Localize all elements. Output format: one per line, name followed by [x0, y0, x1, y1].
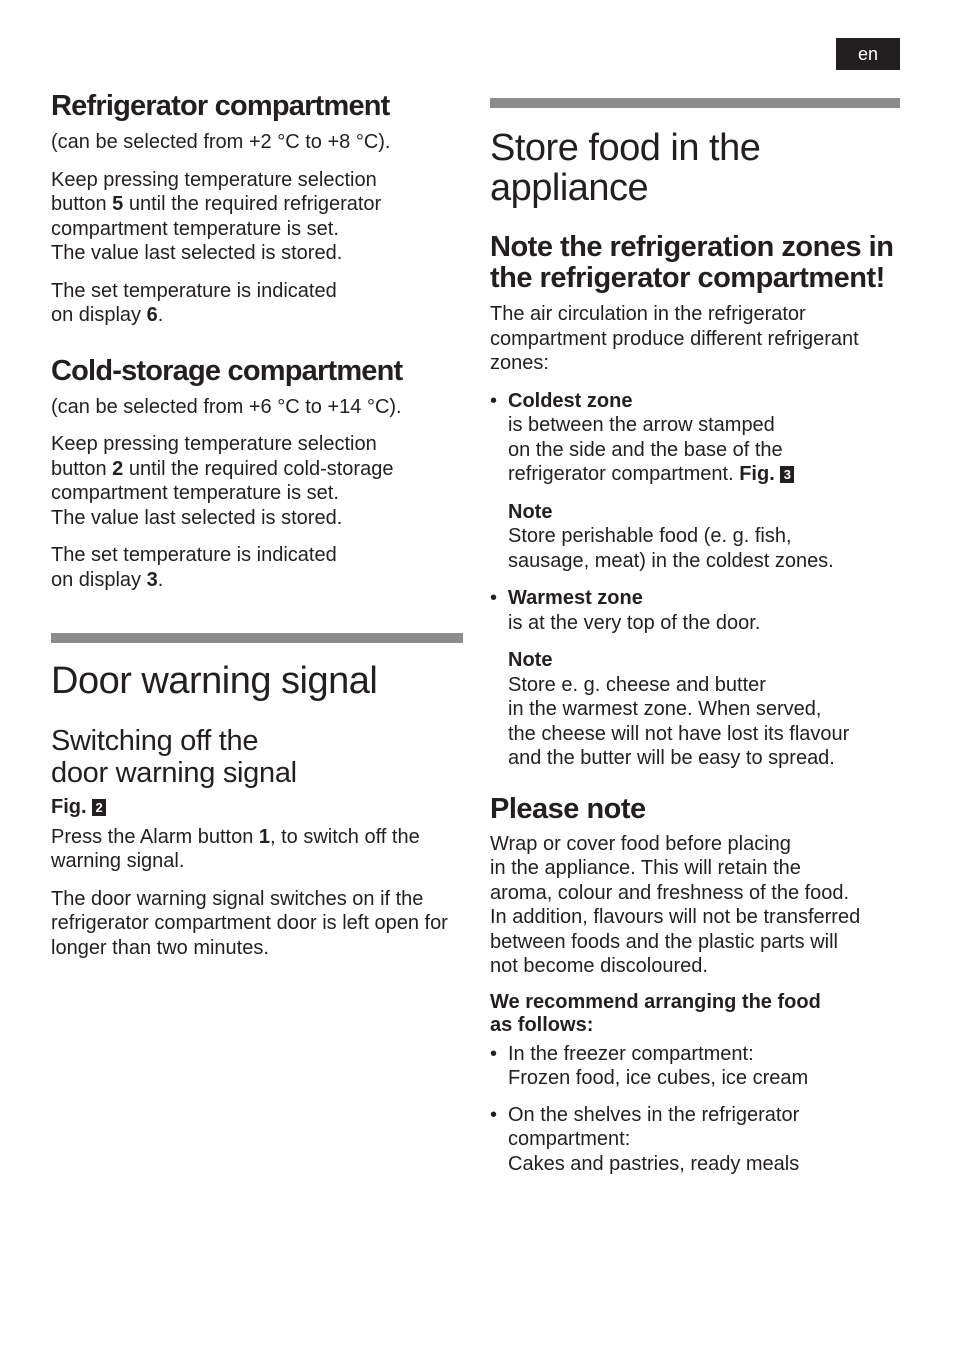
recommend-item: • On the shelves in the refrigerator com…: [490, 1103, 900, 1177]
zones-heading: Note the refrigeration zones in the refr…: [490, 231, 894, 294]
bullet-icon: •: [490, 587, 498, 609]
bullet-icon: •: [490, 1042, 498, 1065]
fig-label: Fig.: [51, 796, 87, 818]
coldest-note-text: Store perishable food (e. g. fish, sausa…: [508, 525, 834, 572]
cold-storage-section: Cold-storage compartment (can be selecte…: [51, 355, 463, 593]
recommend-heading: We recommend arranging the food as follo…: [490, 990, 821, 1036]
language-badge: en: [836, 38, 900, 70]
text: Press the Alarm button: [51, 825, 259, 848]
warmest-zone-text: is at the very top of the door.: [508, 611, 761, 634]
warmest-zone-label: Warmest zone: [508, 587, 643, 609]
cold-storage-heading: Cold-storage compartment: [51, 354, 403, 387]
alarm-instructions: Press the Alarm button 1, to switch off …: [51, 825, 463, 874]
bullet-icon: •: [490, 1103, 498, 1126]
warmest-zone-item: • Warmest zone is at the very top of the…: [490, 586, 900, 771]
door-warning-description: The door warning signal switches on if t…: [51, 887, 448, 959]
door-warning-section: Door warning signal Switching off the do…: [51, 633, 463, 960]
right-column: Store food in the appliance Note the ref…: [490, 98, 900, 1176]
text: The set temperature is indicated on disp…: [51, 544, 337, 591]
figure-number-badge: 3: [780, 466, 795, 483]
note-label: Note: [508, 649, 553, 671]
door-warning-subheading: Switching off the door warning signal: [51, 725, 297, 789]
cold-storage-range: (can be selected from +6 °C to +14 °C).: [51, 395, 402, 418]
refrigerator-heading: Refrigerator compartment: [51, 90, 390, 122]
fig-reference: Fig. 2: [51, 795, 463, 820]
refrigerator-range: (can be selected from +2 °C to +8 °C).: [51, 131, 391, 153]
text: .: [157, 304, 164, 326]
display-number: 3: [146, 568, 158, 591]
coldest-zone-label: Coldest zone: [508, 389, 633, 412]
section-divider: [51, 633, 463, 643]
bullet-icon: •: [490, 389, 498, 412]
fig-label: Fig.: [739, 463, 775, 485]
cold-storage-display-info: The set temperature is indicated on disp…: [51, 543, 463, 592]
please-note-text: Wrap or cover food before placing in the…: [490, 832, 861, 978]
refrigerator-section: Refrigerator compartment (can be selecte…: [51, 90, 463, 328]
zones-intro: The air circulation in the refrigerator …: [490, 303, 859, 374]
recommend-item: • In the freezer compartment: Frozen foo…: [490, 1042, 900, 1091]
cold-storage-instructions: Keep pressing temperature selection butt…: [51, 432, 463, 530]
recommend-item-text: On the shelves in the refrigerator compa…: [508, 1103, 800, 1175]
left-column: Refrigerator compartment (can be selecte…: [51, 90, 463, 960]
coldest-zone-text: is between the arrow stamped on the side…: [508, 413, 900, 487]
store-food-title: Store food in the appliance: [490, 127, 761, 209]
text: .: [157, 568, 164, 591]
note-label: Note: [508, 500, 553, 523]
coldest-zone-item: • Coldest zone is between the arrow stam…: [490, 389, 900, 574]
figure-number-badge: 2: [92, 799, 107, 816]
section-divider: [490, 98, 900, 108]
recommend-item-text: In the freezer compartment: Frozen food,…: [508, 1042, 809, 1090]
door-warning-title: Door warning signal: [51, 660, 378, 702]
warmest-note-text: Store e. g. cheese and butter in the war…: [508, 673, 850, 770]
display-number: 6: [146, 304, 158, 326]
button-number: 1: [258, 825, 271, 848]
button-number: 2: [112, 457, 124, 480]
button-number: 5: [112, 193, 124, 215]
text: The set temperature is indicated on disp…: [51, 279, 337, 327]
refrigerator-display-info: The set temperature is indicated on disp…: [51, 279, 463, 328]
please-note-heading: Please note: [490, 792, 646, 825]
refrigerator-instructions: Keep pressing temperature selection butt…: [51, 168, 463, 266]
